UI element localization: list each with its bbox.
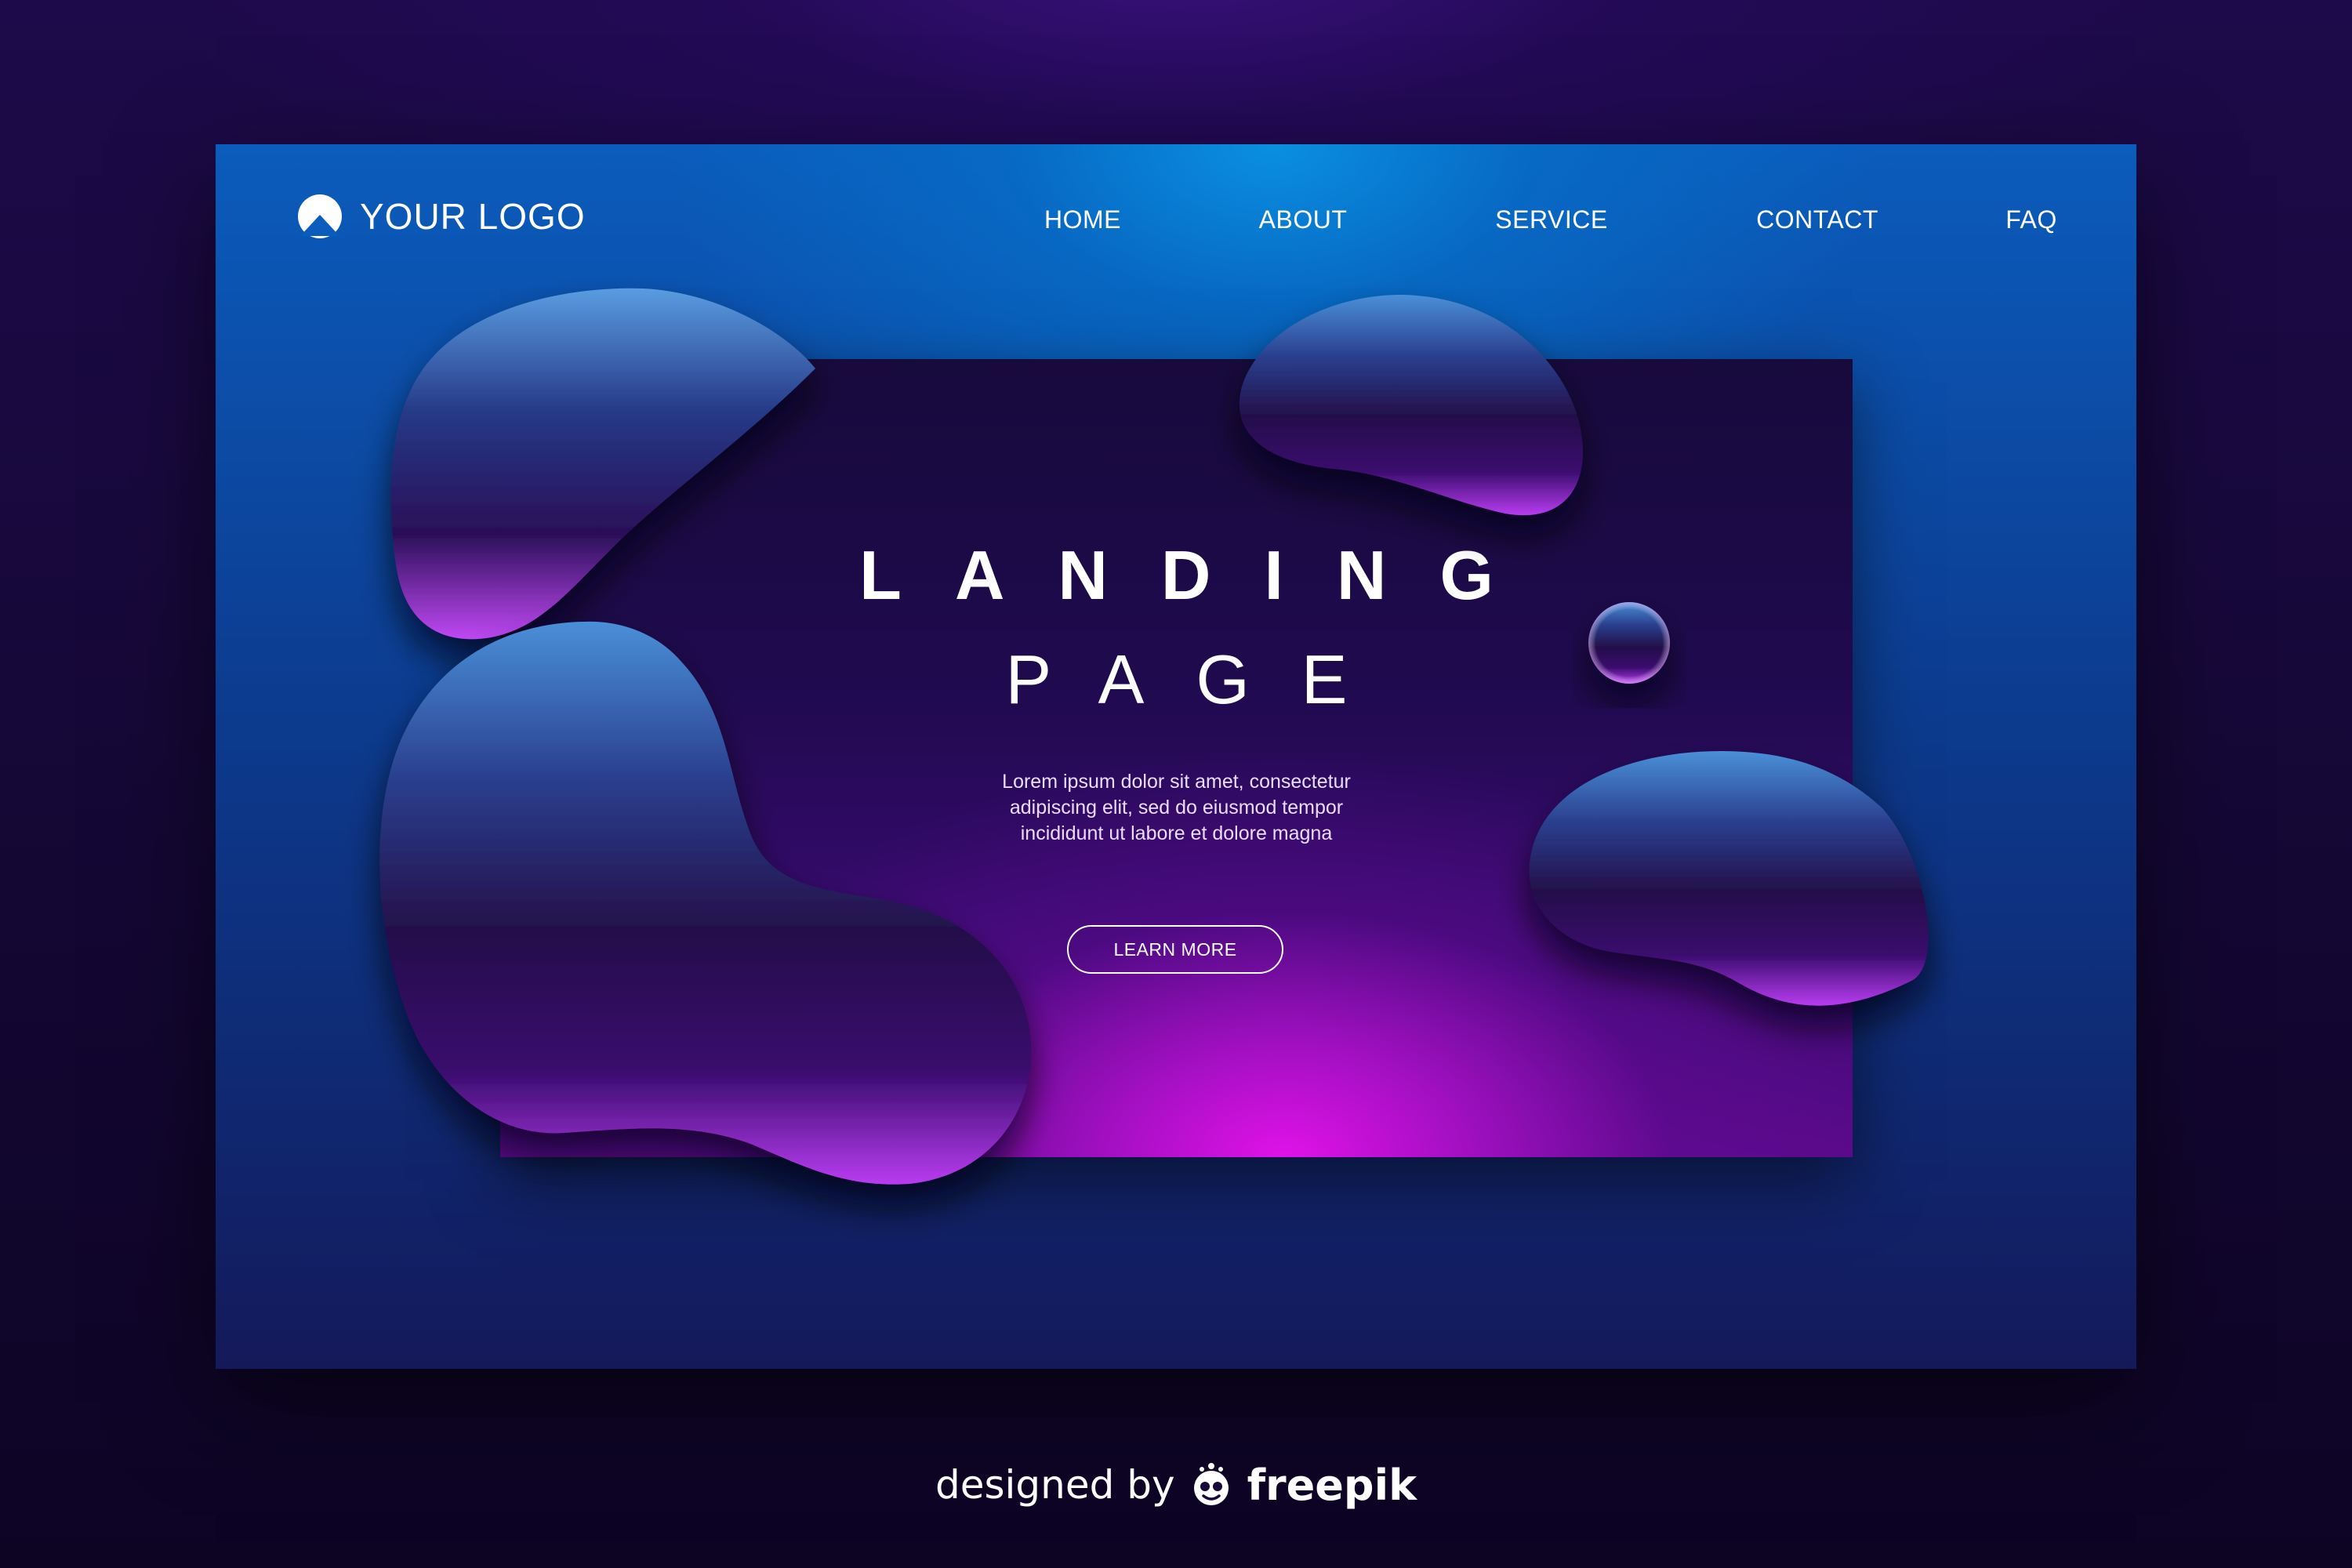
credit-brand: freepik [1247,1460,1417,1510]
credit-prefix: designed by [935,1462,1175,1508]
hero-content: LANDING PAGE Lorem ipsum dolor sit amet,… [500,0,1853,1568]
hero-description: Lorem ipsum dolor sit amet, consectetur … [500,769,1853,847]
hero-subtitle: PAGE [1005,641,1399,718]
nav-faq[interactable]: FAQ [2005,205,2057,234]
hero-description-line: adipiscing elit, sed do eiusmod tempor [1009,797,1344,818]
hero-description-line: incididunt ut labore et dolore magna [1020,822,1333,844]
hero-title: LANDING [859,536,1547,614]
learn-more-button[interactable]: LEARN MORE [1067,925,1283,974]
freepik-mascot-icon [1193,1463,1229,1505]
credit-footer: designed by freepik [0,1460,2352,1510]
hero-description-line: Lorem ipsum dolor sit amet, consectetur [1002,771,1351,793]
